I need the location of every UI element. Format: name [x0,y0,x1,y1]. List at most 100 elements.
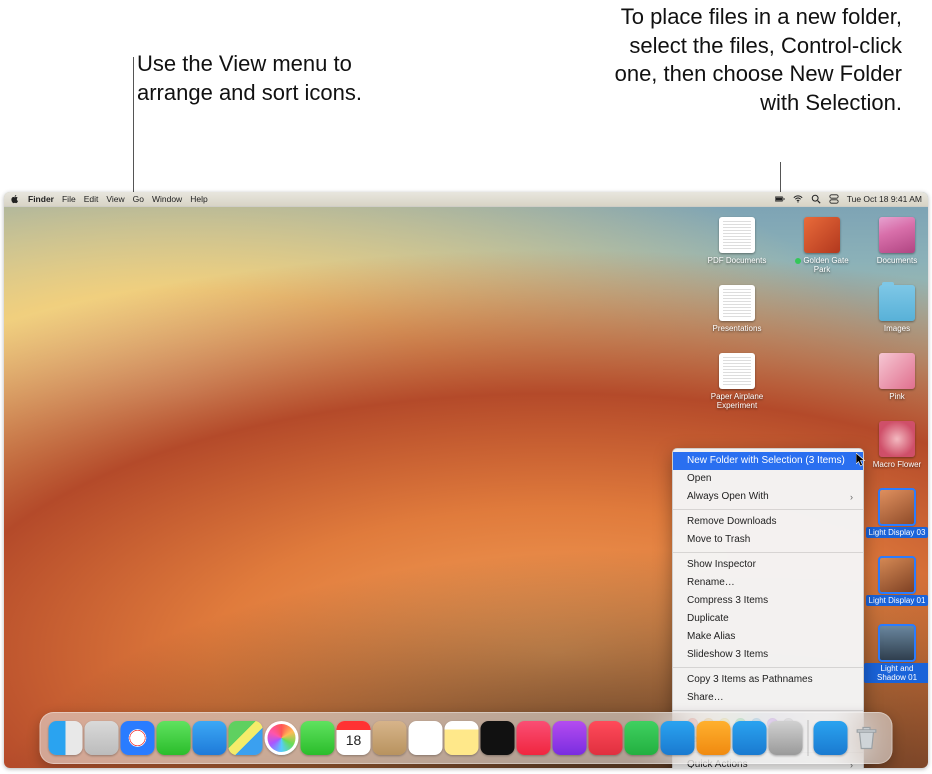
photo-icon [879,625,915,661]
context-menu-item[interactable]: Share… [673,689,863,707]
dock-app-news[interactable] [589,721,623,755]
menu-view[interactable]: View [106,194,124,204]
context-menu-item[interactable]: Duplicate [673,610,863,628]
dock-app-podcasts[interactable] [553,721,587,755]
dock-app-messages[interactable] [157,721,191,755]
spotlight-icon[interactable] [811,194,821,204]
menu-window[interactable]: Window [152,194,182,204]
desktop-icon[interactable]: Documents [864,217,928,266]
context-menu-item[interactable]: Remove Downloads [673,513,863,531]
chevron-right-icon: › [850,491,853,504]
dock-app-keynote[interactable] [661,721,695,755]
context-menu-item-label: Compress 3 Items [687,594,768,608]
context-menu-item[interactable]: Open [673,470,863,488]
photo-icon [804,217,840,253]
desktop-icon[interactable]: Golden Gate Park [789,217,855,275]
desktop-icon-label: Images [881,323,913,334]
dock-app-contacts[interactable] [373,721,407,755]
menu-go[interactable]: Go [133,194,144,204]
dock-app-notes[interactable] [445,721,479,755]
menu-help[interactable]: Help [190,194,207,204]
desktop-icon[interactable]: Paper Airplane Experiment [704,353,770,411]
dock-app-numbers[interactable] [625,721,659,755]
menu-file[interactable]: File [62,194,76,204]
context-menu-item[interactable]: New Folder with Selection (3 Items) [673,452,863,470]
menu-separator [673,552,863,553]
context-menu-item-label: New Folder with Selection (3 Items) [687,454,845,468]
macos-desktop-screenshot: Finder File Edit View Go Window Help Tue… [4,192,928,768]
desktop-icon-label: Presentations [710,323,765,334]
dock: 18 [40,712,893,764]
dock-app-downloads[interactable] [814,721,848,755]
photo-icon [879,217,915,253]
annotation-new-folder: To place files in a new folder, select t… [612,3,902,117]
battery-icon[interactable] [775,194,785,204]
context-menu-item-label: Remove Downloads [687,515,777,529]
dock-app-maps[interactable] [229,721,263,755]
context-menu-item[interactable]: Slideshow 3 Items [673,646,863,664]
desktop-icon[interactable]: Pink [864,353,928,402]
dock-app-pages[interactable] [697,721,731,755]
dock-app-mail[interactable] [193,721,227,755]
control-center-icon[interactable] [829,194,839,204]
context-menu-item-label: Copy 3 Items as Pathnames [687,673,813,687]
dock-app-calendar[interactable]: 18 [337,721,371,755]
annotation-line [133,57,134,198]
dock-app-tv[interactable] [481,721,515,755]
menu-separator [673,509,863,510]
dock-app-safari[interactable] [121,721,155,755]
context-menu-item-label: Always Open With [687,490,769,504]
desktop-icon[interactable]: Light and Shadow 01 [864,625,928,683]
dock-app-music[interactable] [517,721,551,755]
desktop-icon-label: Light and Shadow 01 [864,663,928,683]
calendar-day-label: 18 [337,732,371,748]
document-icon [719,285,755,321]
context-menu-item-label: Share… [687,691,724,705]
menu-edit[interactable]: Edit [84,194,99,204]
context-menu-item[interactable]: Always Open With › [673,488,863,506]
document-icon [719,217,755,253]
context-menu-item-label: Make Alias [687,630,735,644]
menubar-app-name[interactable]: Finder [28,194,54,204]
dock-app-facetime[interactable] [301,721,335,755]
context-menu-item[interactable]: Make Alias [673,628,863,646]
trash-icon [853,724,881,752]
dock-app-settings[interactable] [769,721,803,755]
dock-app-trash[interactable] [850,721,884,755]
dock-app-reminders[interactable] [409,721,443,755]
context-menu-item-label: Open [687,472,711,486]
desktop-icon-label: Golden Gate Park [789,255,855,275]
dock-app-appstore[interactable] [733,721,767,755]
desktop-icon-label: Light Display 01 [866,595,928,606]
dock-app-finder[interactable] [49,721,83,755]
wifi-icon[interactable] [793,194,803,204]
desktop-icon-label: PDF Documents [705,255,770,266]
menu-bar: Finder File Edit View Go Window Help Tue… [4,192,928,207]
desktop-icon[interactable]: Light Display 03 [864,489,928,538]
context-menu-item[interactable]: Show Inspector [673,556,863,574]
context-menu-item[interactable]: Move to Trash [673,531,863,549]
document-icon [719,353,755,389]
apple-menu-icon[interactable] [10,194,20,204]
desktop-icon[interactable]: Light Display 01 [864,557,928,606]
desktop-icon-label: Pink [886,391,908,402]
context-menu-item[interactable]: Copy 3 Items as Pathnames [673,671,863,689]
context-menu-item[interactable]: Rename… [673,574,863,592]
dock-divider [808,720,809,756]
menu-separator [673,667,863,668]
photo-icon [879,489,915,525]
menubar-clock[interactable]: Tue Oct 18 9:41 AM [847,194,922,204]
desktop-icon[interactable]: PDF Documents [704,217,770,266]
desktop-icon[interactable]: Macro Flower [864,421,928,470]
desktop-icon[interactable]: Images [864,285,928,334]
context-menu-item[interactable]: Compress 3 Items [673,592,863,610]
dock-app-photos[interactable] [265,721,299,755]
dock-app-launchpad[interactable] [85,721,119,755]
desktop-icon-label: Light Display 03 [866,527,928,538]
tag-dot-icon [795,258,801,264]
context-menu-item-label: Duplicate [687,612,729,626]
photo-icon [879,421,915,457]
context-menu-item-label: Move to Trash [687,533,750,547]
desktop-icon[interactable]: Presentations [704,285,770,334]
menu-separator [673,710,863,711]
